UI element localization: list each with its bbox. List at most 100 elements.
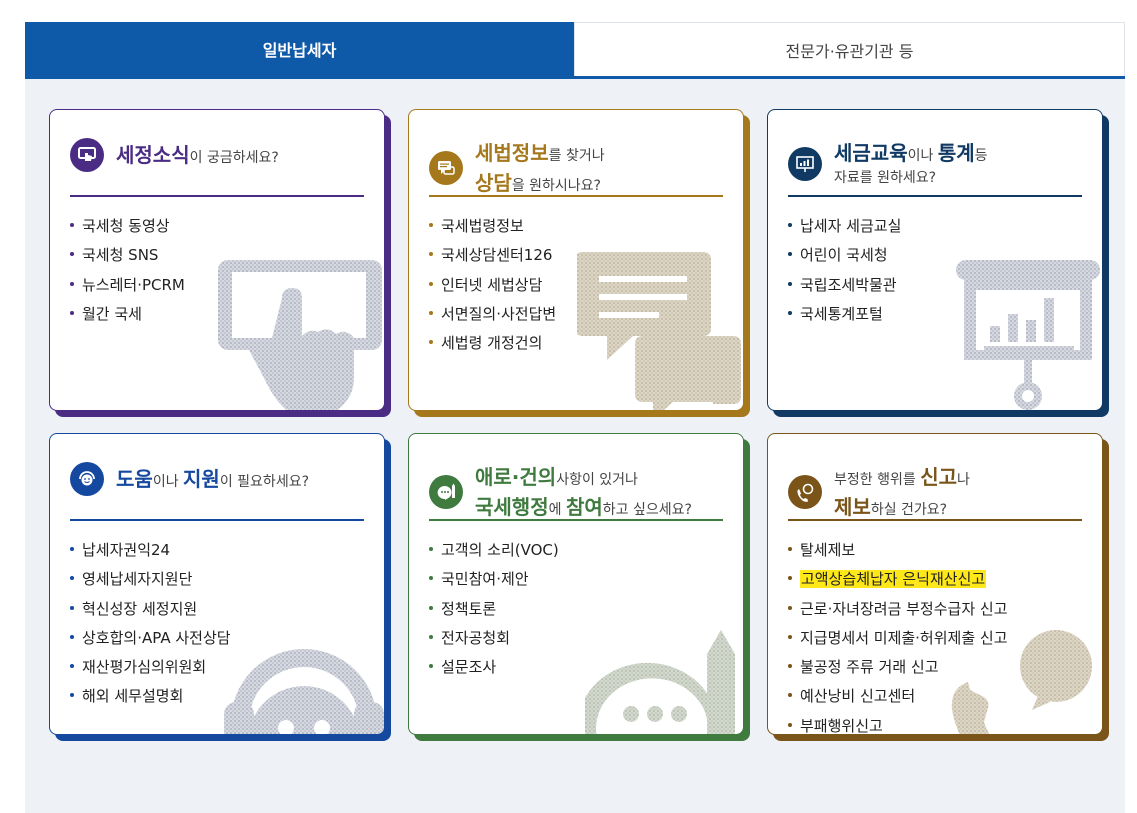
list-item: 혁신성장 세정지원 — [70, 595, 231, 624]
link-item[interactable]: 세법령 개정건의 — [441, 334, 542, 352]
link-item[interactable]: 예산낭비 신고센터 — [800, 687, 915, 705]
link-item[interactable]: 불공정 주류 거래 신고 — [800, 658, 939, 676]
suggestion-card: 애로·건의사항이 있거나 국세행정에 참여하고 싶으세요? 고객의 소리(VOC… — [408, 433, 744, 735]
list-item: 불공정 주류 거래 신고 — [788, 653, 1008, 682]
list-item: 고액상습체납자 은닉재산신고 — [788, 565, 1008, 594]
link-item[interactable]: 설문조사 — [441, 658, 496, 676]
tax-law-card-title: 세법정보를 찾거나 상담을 원하시나요? — [475, 141, 605, 195]
phone-report-icon — [788, 475, 822, 509]
divider — [429, 195, 723, 197]
list-item: 인터넷 세법상담 — [429, 271, 556, 300]
report-card-heading: 부정한 행위를 신고나 제보하실 건가요? — [788, 462, 1082, 522]
link-item[interactable]: 해외 세무설명회 — [82, 687, 183, 705]
speech-pencil-illustration — [585, 630, 735, 734]
news-card-title: 세정소식이 궁금하세요? — [116, 143, 279, 167]
list-item: 전자공청회 — [429, 624, 559, 653]
list-item: 부패행위신고 — [788, 712, 1008, 734]
link-item[interactable]: 어린이 국세청 — [800, 246, 888, 264]
link-item[interactable]: 인터넷 세법상담 — [441, 276, 542, 294]
divider — [429, 519, 723, 521]
tax-education-card-title: 세금교육이나 통계등 자료를 원하세요? — [834, 141, 988, 186]
link-item[interactable]: 탈세제보 — [800, 541, 855, 559]
list-item: 설문조사 — [429, 653, 559, 682]
tax-law-link-list: 국세법령정보 국세상담센터126 인터넷 세법상담 서면질의·사전답변 세법령 … — [429, 212, 556, 358]
list-item: 국세청 SNS — [70, 241, 185, 270]
tax-law-card-heading: 세법정보를 찾거나 상담을 원하시나요? — [429, 138, 723, 198]
news-card-heading: 세정소식이 궁금하세요? — [70, 138, 364, 172]
divider — [70, 195, 364, 197]
link-item[interactable]: 전자공청회 — [441, 629, 510, 647]
list-item: 해외 세무설명회 — [70, 682, 231, 711]
highlighted-link-item[interactable]: 고액상습체납자 은닉재산신고 — [800, 570, 987, 589]
link-item[interactable]: 국세청 동영상 — [82, 217, 170, 235]
suggestion-card-title: 애로·건의사항이 있거나 국세행정에 참여하고 싶으세요? — [475, 465, 692, 519]
speech-pencil-icon — [429, 475, 463, 509]
tax-education-link-list: 납세자 세금교실 어린이 국세청 국립조세박물관 국세통계포털 — [788, 212, 901, 329]
link-item[interactable]: 국세상담센터126 — [441, 246, 552, 264]
link-item[interactable]: 국세법령정보 — [441, 217, 524, 235]
link-item[interactable]: 납세자 세금교실 — [800, 217, 901, 235]
list-item: 뉴스레터·PCRM — [70, 271, 185, 300]
link-item[interactable]: 국립조세박물관 — [800, 276, 897, 294]
list-item: 납세자 세금교실 — [788, 212, 901, 241]
divider — [70, 519, 364, 521]
tablet-touch-illustration — [218, 260, 382, 410]
list-item: 세법령 개정건의 — [429, 329, 556, 358]
help-support-card-title: 도움이나 지원이 필요하세요? — [116, 467, 310, 491]
list-item: 어린이 국세청 — [788, 241, 901, 270]
report-card-title: 부정한 행위를 신고나 제보하실 건가요? — [834, 465, 970, 519]
tax-law-card: 세법정보를 찾거나 상담을 원하시나요? 국세법령정보 국세상담센터126 인터… — [408, 109, 744, 411]
link-item[interactable]: 뉴스레터·PCRM — [82, 276, 185, 294]
link-item[interactable]: 정책토론 — [441, 600, 496, 618]
divider — [788, 195, 1082, 197]
link-item[interactable]: 재산평가심의위원회 — [82, 658, 206, 676]
divider — [788, 519, 1082, 521]
suggestion-link-list: 고객의 소리(VOC) 국민참여·제안 정책토론 전자공청회 설문조사 — [429, 536, 559, 682]
link-item[interactable]: 고객의 소리(VOC) — [441, 541, 559, 559]
list-item: 재산평가심의위원회 — [70, 653, 231, 682]
chat-bubble-illustration — [577, 252, 741, 410]
tab-general-taxpayer[interactable]: 일반납세자 — [25, 22, 574, 76]
list-item: 정책토론 — [429, 595, 559, 624]
list-item: 상호합의·APA 사전상담 — [70, 624, 231, 653]
list-item: 서면질의·사전답변 — [429, 300, 556, 329]
list-item: 국세법령정보 — [429, 212, 556, 241]
list-item: 월간 국세 — [70, 300, 185, 329]
news-card: 세정소식이 궁금하세요? 국세청 동영상 국세청 SNS 뉴스레터·PCRM 월… — [49, 109, 385, 411]
tax-education-card: 세금교육이나 통계등 자료를 원하세요? 납세자 세금교실 어린이 국세청 국립… — [767, 109, 1103, 411]
list-item: 근로·자녀장려금 부정수급자 신고 — [788, 595, 1008, 624]
list-item: 국세통계포털 — [788, 300, 901, 329]
link-item[interactable]: 서면질의·사전답변 — [441, 305, 556, 323]
tax-education-card-heading: 세금교육이나 통계등 자료를 원하세요? — [788, 138, 1082, 189]
list-item: 고객의 소리(VOC) — [429, 536, 559, 565]
help-support-card: 도움이나 지원이 필요하세요? 납세자권익24 영세납세자지원단 혁신성장 세정… — [49, 433, 385, 735]
chat-bubble-icon — [429, 151, 463, 185]
link-item[interactable]: 국민참여·제안 — [441, 570, 529, 588]
tablet-touch-icon — [70, 138, 104, 172]
presentation-board-icon — [788, 146, 822, 181]
list-item: 예산낭비 신고센터 — [788, 682, 1008, 711]
report-card: 부정한 행위를 신고나 제보하실 건가요? 탈세제보 고액상습체납자 은닉재산신… — [767, 433, 1103, 735]
link-item[interactable]: 월간 국세 — [82, 305, 142, 323]
link-item[interactable]: 부패행위신고 — [800, 717, 883, 734]
help-support-link-list: 납세자권익24 영세납세자지원단 혁신성장 세정지원 상호합의·APA 사전상담… — [70, 536, 231, 712]
headset-smile-icon — [70, 462, 104, 496]
list-item: 국민참여·제안 — [429, 565, 559, 594]
suggestion-card-heading: 애로·건의사항이 있거나 국세행정에 참여하고 싶으세요? — [429, 462, 723, 522]
help-support-card-heading: 도움이나 지원이 필요하세요? — [70, 462, 364, 496]
link-item[interactable]: 납세자권익24 — [82, 541, 170, 559]
list-item: 지급명세서 미제출·허위제출 신고 — [788, 624, 1008, 653]
link-item[interactable]: 영세납세자지원단 — [82, 570, 192, 588]
link-item[interactable]: 상호합의·APA 사전상담 — [82, 629, 231, 647]
link-item[interactable]: 국세청 SNS — [82, 246, 158, 264]
link-item[interactable]: 근로·자녀장려금 부정수급자 신고 — [800, 600, 1008, 618]
tab-experts-agencies[interactable]: 전문가·유관기관 등 — [574, 22, 1125, 76]
link-item[interactable]: 지급명세서 미제출·허위제출 신고 — [800, 629, 1008, 647]
list-item: 납세자권익24 — [70, 536, 231, 565]
link-item[interactable]: 국세통계포털 — [800, 305, 883, 323]
list-item: 영세납세자지원단 — [70, 565, 231, 594]
taxpayer-type-tabs: 일반납세자 전문가·유관기관 등 — [25, 22, 1125, 79]
link-item[interactable]: 혁신성장 세정지원 — [82, 600, 197, 618]
list-item: 국세청 동영상 — [70, 212, 185, 241]
list-item: 국세상담센터126 — [429, 241, 556, 270]
